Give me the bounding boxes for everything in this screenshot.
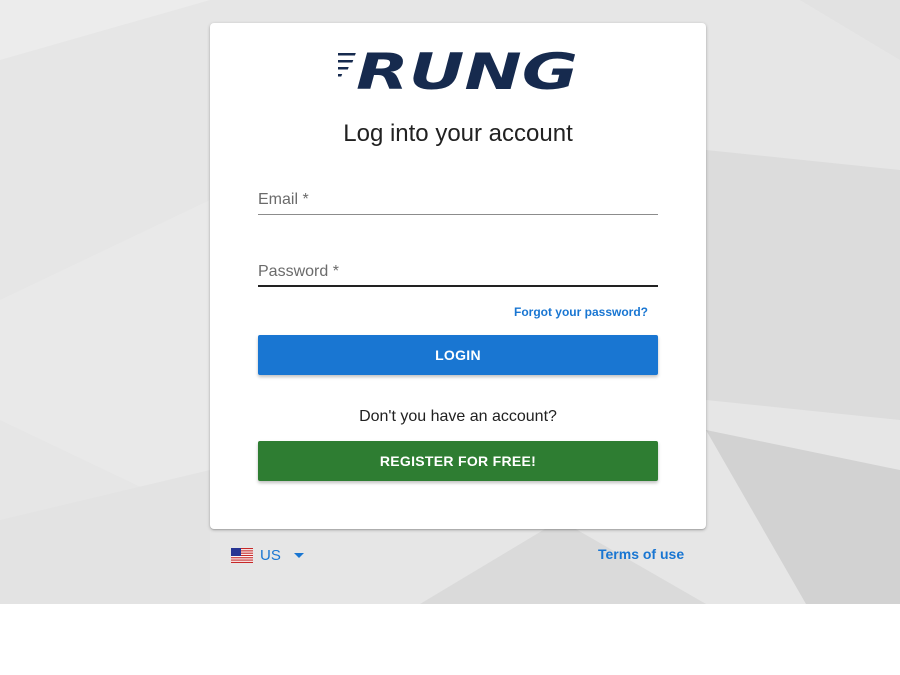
language-code: US — [260, 546, 281, 564]
password-field[interactable]: Password * — [258, 255, 662, 287]
email-input[interactable] — [258, 183, 662, 215]
password-input[interactable] — [258, 255, 662, 287]
login-button[interactable]: LOGIN — [258, 335, 658, 375]
forgot-password-link[interactable]: Forgot your password? — [514, 305, 648, 319]
svg-text:RUNG: RUNG — [356, 47, 578, 93]
password-underline — [258, 285, 658, 287]
register-button[interactable]: REGISTER FOR FREE! — [258, 441, 658, 481]
email-field[interactable]: Email * — [258, 183, 662, 215]
rung-logo: RUNG — [338, 47, 578, 93]
page-title: Log into your account — [343, 120, 573, 147]
login-card: RUNG Log into your account Email * Passw… — [210, 23, 706, 529]
terms-of-use-link[interactable]: Terms of use — [598, 546, 684, 562]
us-flag-icon — [231, 547, 253, 563]
register-prompt: Don't you have an account? — [359, 408, 557, 425]
language-selector[interactable]: US — [231, 545, 304, 565]
email-underline — [258, 214, 658, 215]
caret-down-icon — [293, 552, 304, 558]
